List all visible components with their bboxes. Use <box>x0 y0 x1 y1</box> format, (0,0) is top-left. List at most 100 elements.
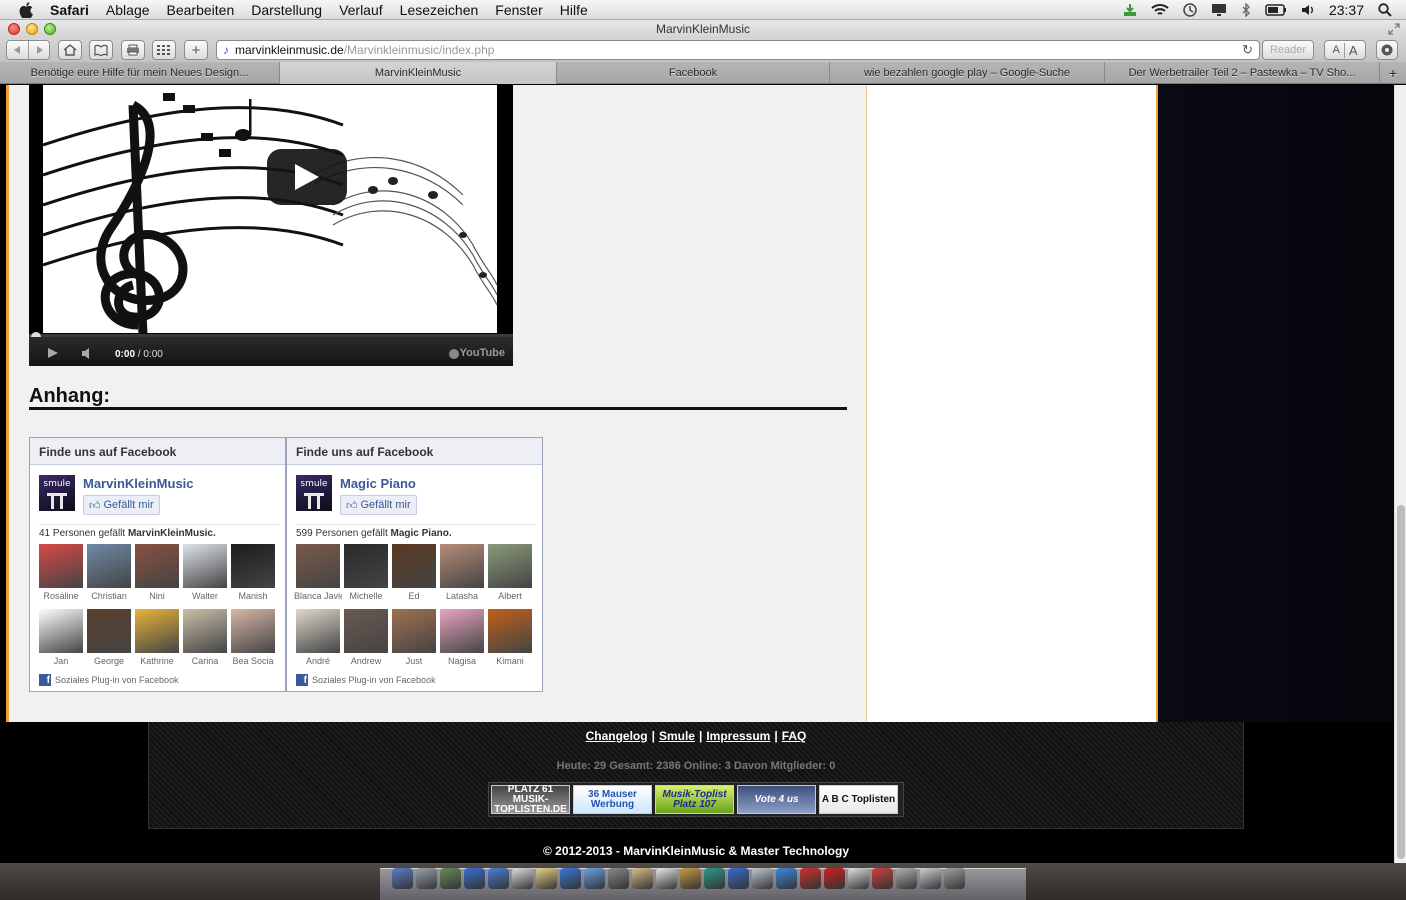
dock-app-icon[interactable] <box>656 868 677 889</box>
dock-app-icon[interactable] <box>728 868 749 889</box>
footer-link-impressum[interactable]: Impressum <box>706 729 770 743</box>
bluetooth-icon[interactable] <box>1241 3 1251 17</box>
fan-face[interactable]: Manish <box>231 544 279 609</box>
time-machine-icon[interactable] <box>1183 3 1197 17</box>
tab-marvinkleinmusic[interactable]: MarvinKleinMusic <box>280 62 557 84</box>
page-scrollbar[interactable] <box>1394 85 1406 863</box>
fb-like-button[interactable]: 👍︎ Gefällt mir <box>340 495 417 515</box>
dock-app-icon[interactable] <box>416 868 437 889</box>
fb-plugin-footer[interactable]: f Soziales Plug-in von Facebook <box>296 674 436 686</box>
dock-app-icon[interactable] <box>944 868 965 889</box>
menu-darstellung[interactable]: Darstellung <box>251 2 322 18</box>
tab-facebook[interactable]: Facebook <box>557 62 830 84</box>
play-control-icon[interactable] <box>47 347 59 359</box>
bookmarks-button[interactable] <box>89 40 113 60</box>
forward-icon[interactable] <box>35 45 45 55</box>
dock-app-icon[interactable] <box>680 868 701 889</box>
fan-face[interactable]: Albert <box>488 544 536 609</box>
fan-face[interactable]: Andrew <box>344 609 392 674</box>
fb-like-button[interactable]: 👍︎ Gefällt mir <box>83 495 160 515</box>
dock-app-icon[interactable] <box>776 868 797 889</box>
dock-app-icon[interactable] <box>824 868 845 889</box>
fan-face[interactable]: Rosáline <box>39 544 87 609</box>
fb-page-logo[interactable]: smule <box>39 475 75 511</box>
address-bar[interactable]: ♪ marvinkleinmusic.de /Marvinkleinmusic/… <box>216 40 1260 60</box>
dock-app-icon[interactable] <box>560 868 581 889</box>
fan-face[interactable]: Nagisa <box>440 609 488 674</box>
fb-page-name-link[interactable]: Magic Piano <box>340 476 416 491</box>
display-icon[interactable] <box>1211 3 1227 17</box>
footer-link-faq[interactable]: FAQ <box>782 729 807 743</box>
fan-face[interactable]: Nini <box>135 544 183 609</box>
menubar-clock[interactable]: 23:37 <box>1329 2 1364 18</box>
dock-app-icon[interactable] <box>920 868 941 889</box>
battery-icon[interactable] <box>1265 4 1287 16</box>
dock-app-icon[interactable] <box>512 868 533 889</box>
fan-face[interactable]: Jan <box>39 609 87 674</box>
volume-icon[interactable] <box>1301 4 1315 16</box>
top-sites-button[interactable] <box>152 40 176 60</box>
tab-hilfe-design[interactable]: Benötige eure Hilfe für mein Neues Desig… <box>0 62 280 84</box>
dock-app-icon[interactable] <box>632 868 653 889</box>
fan-face[interactable]: Bea Socia <box>231 609 279 674</box>
tab-werbetrailer[interactable]: Der Werbetrailer Teil 2 – Pastewka – TV … <box>1105 62 1380 84</box>
dock-app-icon[interactable] <box>800 868 821 889</box>
dock-app-icon[interactable] <box>896 868 917 889</box>
dock-app-icon[interactable] <box>536 868 557 889</box>
fb-page-logo[interactable]: smule <box>296 475 332 511</box>
reload-icon[interactable]: ↻ <box>1242 42 1253 58</box>
scrollbar-thumb[interactable] <box>1397 505 1405 859</box>
font-smaller-button[interactable]: A <box>1328 44 1343 56</box>
menu-verlauf[interactable]: Verlauf <box>339 2 383 18</box>
back-icon[interactable] <box>12 45 22 55</box>
dock-app-icon[interactable] <box>608 868 629 889</box>
video-settings-icon[interactable] <box>449 349 459 359</box>
badge-abc-toplisten[interactable]: A B C Toplisten <box>819 785 898 814</box>
fan-face[interactable]: André <box>296 609 344 674</box>
home-button[interactable] <box>58 40 82 60</box>
fan-face[interactable]: Latasha <box>440 544 488 609</box>
fan-face[interactable]: Christian <box>87 544 135 609</box>
fullscreen-icon[interactable] <box>1388 23 1400 35</box>
play-button-large[interactable] <box>267 149 347 205</box>
dock-app-icon[interactable] <box>752 868 773 889</box>
settings-button[interactable] <box>1376 40 1398 60</box>
menu-app-safari[interactable]: Safari <box>50 2 89 18</box>
badge-musik-toplisten[interactable]: PLATZ 61 MUSIK-TOPLISTEN.DE <box>491 784 570 814</box>
fan-face[interactable]: Kimani <box>488 609 536 674</box>
badge-mauser-werbung[interactable]: 36 Mauser Werbung <box>573 785 652 814</box>
font-bigger-button[interactable]: A <box>1343 42 1362 58</box>
fan-face[interactable]: Michelle <box>344 544 392 609</box>
dock-app-icon[interactable] <box>848 868 869 889</box>
menu-lesezeichen[interactable]: Lesezeichen <box>400 2 479 18</box>
dock-app-icon[interactable] <box>584 868 605 889</box>
fb-page-name-link[interactable]: MarvinKleinMusic <box>83 476 194 491</box>
volume-control-icon[interactable] <box>81 348 95 359</box>
fan-face[interactable]: Just <box>392 609 440 674</box>
dock-app-icon[interactable] <box>488 868 509 889</box>
spotlight-icon[interactable] <box>1378 3 1392 17</box>
print-button[interactable] <box>121 40 145 60</box>
footer-link-smule[interactable]: Smule <box>659 729 695 743</box>
menu-bearbeiten[interactable]: Bearbeiten <box>167 2 235 18</box>
apple-menu-icon[interactable] <box>16 1 36 18</box>
footer-link-changelog[interactable]: Changelog <box>586 729 648 743</box>
tab-google-suche[interactable]: wie bezahlen google play – Google-Suche <box>830 62 1105 84</box>
fan-face[interactable]: Walter <box>183 544 231 609</box>
youtube-video-player[interactable]: 0:00 / 0:00 YouTube <box>29 85 513 366</box>
youtube-logo[interactable]: YouTube <box>460 347 505 359</box>
dock-app-icon[interactable] <box>464 868 485 889</box>
dock-app-icon[interactable] <box>872 868 893 889</box>
fb-plugin-footer[interactable]: f Soziales Plug-in von Facebook <box>39 674 179 686</box>
dock-app-icon[interactable] <box>392 868 413 889</box>
dock-app-icon[interactable] <box>440 868 461 889</box>
badge-musik-toplist[interactable]: Musik-Toplist Platz 107 <box>655 785 734 814</box>
add-bookmark-button[interactable]: + <box>184 40 208 60</box>
menu-hilfe[interactable]: Hilfe <box>560 2 588 18</box>
fan-face[interactable]: Blanca Javie <box>294 544 344 609</box>
new-tab-button[interactable]: + <box>1380 62 1406 84</box>
dock-app-icon[interactable] <box>704 868 725 889</box>
menu-fenster[interactable]: Fenster <box>495 2 542 18</box>
wifi-icon[interactable] <box>1151 3 1169 17</box>
fan-face[interactable]: Kathrine <box>135 609 183 674</box>
